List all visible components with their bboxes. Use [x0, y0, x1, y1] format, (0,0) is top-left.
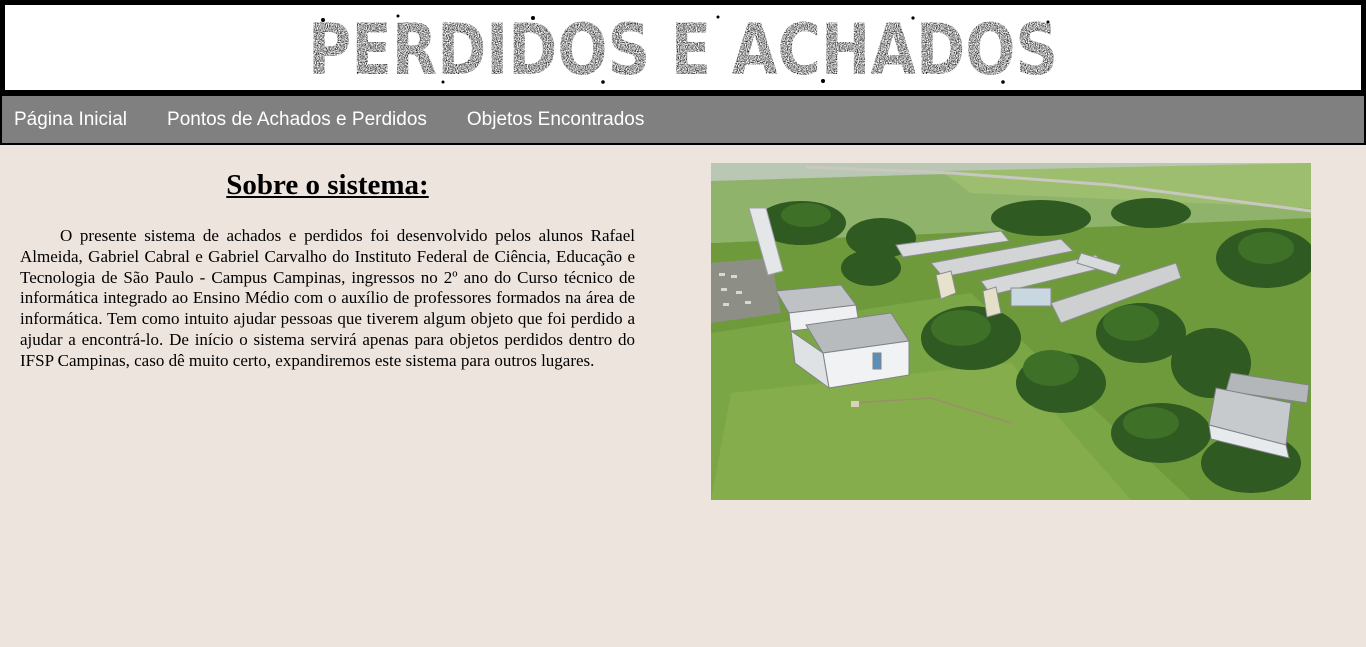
about-title: Sobre o sistema:: [226, 169, 429, 201]
campus-aerial-photo: [711, 163, 1311, 500]
site-logo-text: PERDIDOS E ACHADOS: [308, 9, 1058, 88]
nav-link-home[interactable]: Página Inicial: [14, 109, 127, 131]
main-navbar: Página Inicial Pontos de Achados e Perdi…: [0, 95, 1366, 145]
nav-link-lost-and-found-points[interactable]: Pontos de Achados e Perdidos: [167, 109, 427, 131]
nav-link-found-objects[interactable]: Objetos Encontrados: [467, 109, 644, 131]
site-logo: PERDIDOS E ACHADOS: [308, 9, 1058, 88]
header-banner: PERDIDOS E ACHADOS: [0, 0, 1366, 95]
about-paragraph: O presente sistema de achados e perdidos…: [20, 226, 635, 370]
banner-inner: PERDIDOS E ACHADOS: [5, 5, 1361, 90]
